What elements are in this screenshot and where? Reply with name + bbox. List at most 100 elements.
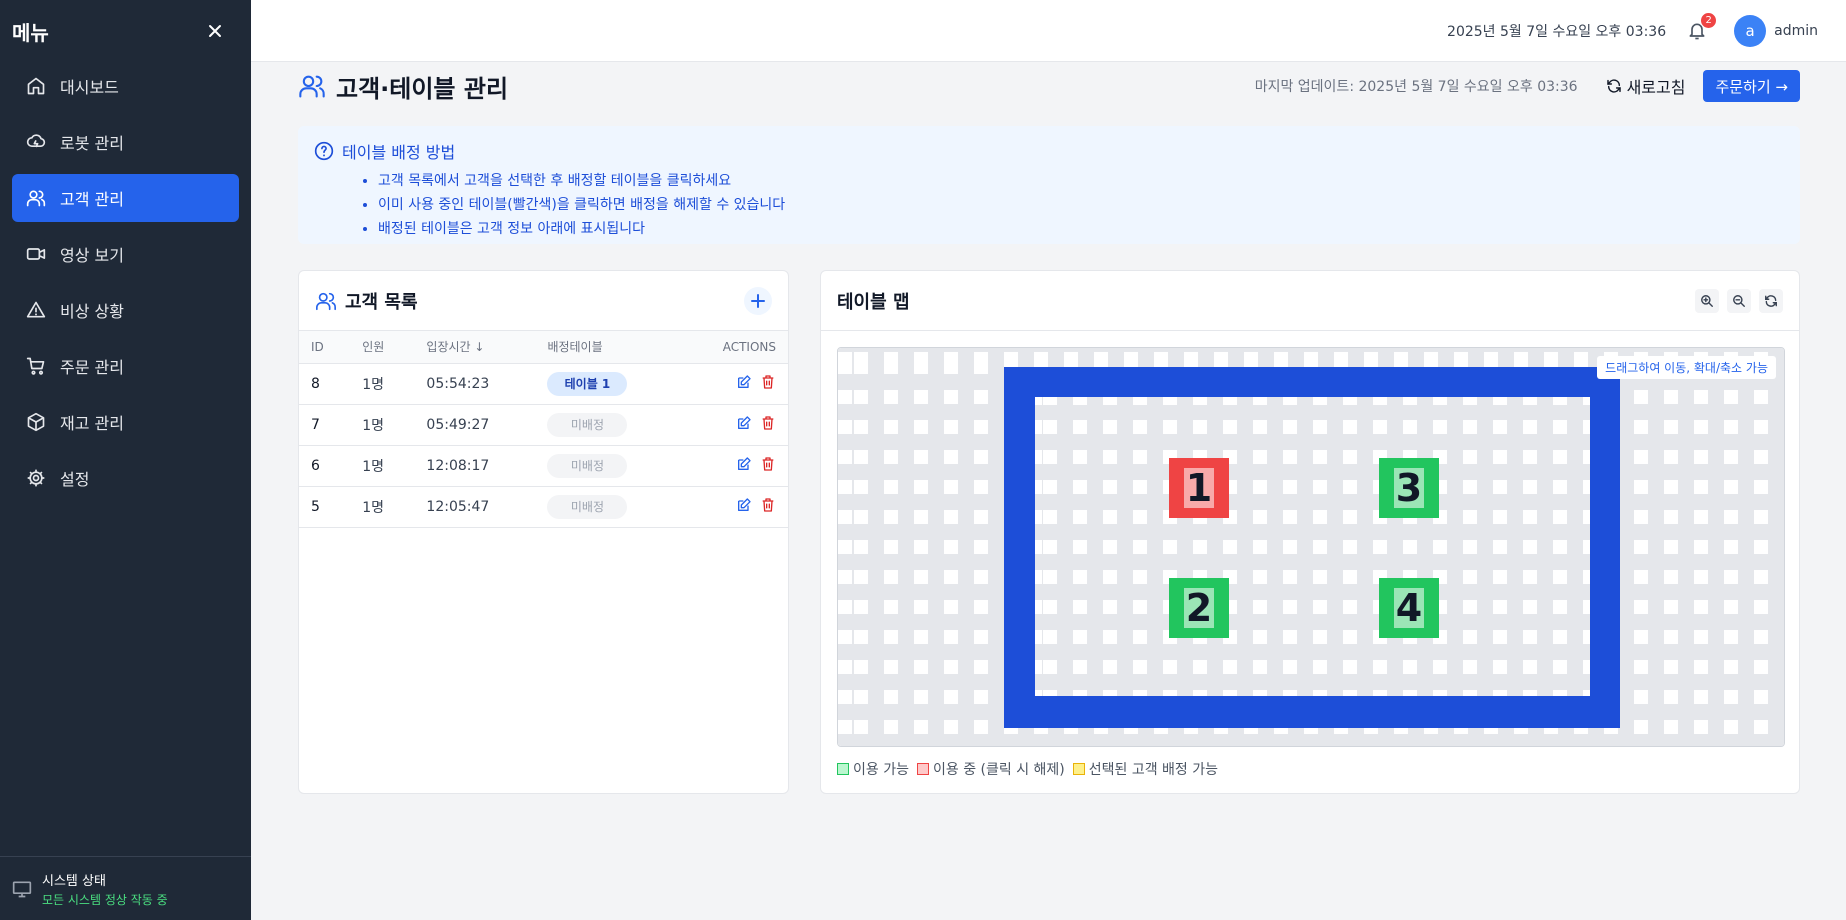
sidebar-title: 메뉴 — [12, 20, 49, 45]
table-map-panel: 테이블 맵 1 3 2 4 드래그하여 이동, 확대/축소 가능 이용 가능 이… — [820, 270, 1800, 794]
help-item: 이미 사용 중인 테이블(빨간색)을 클릭하면 배정을 해제할 수 있습니다 — [378, 193, 1784, 217]
customer-people: 1명 — [350, 445, 415, 487]
edit-icon[interactable] — [736, 497, 752, 513]
trash-icon[interactable] — [760, 415, 776, 431]
sidebar-item-robots[interactable]: 로봇 관리 — [12, 118, 239, 166]
customer-people: 1명 — [350, 404, 415, 446]
customer-time: 05:49:27 — [414, 404, 536, 446]
help-item: 고객 목록에서 고객을 선택한 후 배정할 테이블을 클릭하세요 — [378, 169, 1784, 193]
trash-icon[interactable] — [760, 456, 776, 472]
trash-icon[interactable] — [760, 374, 776, 390]
close-icon[interactable] — [203, 19, 227, 43]
avatar[interactable]: a — [1734, 14, 1767, 47]
customer-id: 6 — [299, 445, 351, 487]
edit-icon[interactable] — [736, 374, 752, 390]
cart-icon — [26, 357, 45, 375]
column-header-id: ID — [299, 331, 351, 364]
home-icon — [27, 77, 45, 95]
sidebar-header: 메뉴 — [0, 0, 251, 62]
reset-view-icon[interactable] — [1759, 288, 1783, 313]
customer-table: ID 인원 입장시간 ↓ 배정테이블 ACTIONS 8 1명 05:54:23… — [299, 331, 788, 528]
sidebar-item-label: 영상 보기 — [60, 246, 124, 265]
column-header-people: 인원 — [350, 331, 415, 364]
sidebar-item-label: 주문 관리 — [60, 358, 124, 377]
sidebar-item-customers[interactable]: 고객 관리 — [12, 174, 239, 222]
sidebar-item-settings[interactable]: 설정 — [12, 454, 239, 502]
username[interactable]: admin — [1774, 23, 1818, 39]
zoom-in-icon[interactable] — [1695, 288, 1719, 313]
legend-label: 선택된 고객 배정 가능 — [1088, 762, 1219, 778]
sidebar-item-orders[interactable]: 주문 관리 — [12, 342, 239, 390]
table-row[interactable]: 6 1명 12:08:17 미배정 — [299, 445, 788, 487]
table-4[interactable]: 4 — [1379, 578, 1439, 638]
table-badge: 테이블 1 — [547, 371, 628, 396]
assignment-help: 테이블 배정 방법 고객 목록에서 고객을 선택한 후 배정할 테이블을 클릭하… — [298, 126, 1800, 244]
table-1[interactable]: 1 — [1169, 458, 1229, 518]
map-hint: 드래그하여 이동, 확대/축소 가능 — [1597, 356, 1776, 379]
last-updated: 마지막 업데이트: 2025년 5월 7일 수요일 오후 03:36 — [1254, 79, 1578, 95]
legend-swatch-used — [916, 763, 929, 775]
table-2[interactable]: 2 — [1169, 578, 1229, 638]
plus-icon — [751, 293, 765, 308]
system-status-title: 시스템 상태 — [42, 873, 106, 889]
sidebar-item-label: 로봇 관리 — [60, 134, 124, 153]
table-3[interactable]: 3 — [1379, 458, 1439, 518]
monitor-icon — [12, 881, 32, 897]
trash-icon[interactable] — [760, 497, 776, 513]
refresh-label: 새로고침 — [1626, 78, 1686, 97]
notification-button[interactable]: 2 — [1684, 12, 1717, 44]
customer-id: 8 — [299, 363, 351, 405]
table-badge: 미배정 — [547, 494, 628, 519]
robot-icon — [26, 134, 46, 148]
sidebar-item-label: 재고 관리 — [60, 414, 124, 433]
edit-icon[interactable] — [736, 456, 752, 472]
order-button[interactable]: 주문하기 → — [1703, 70, 1800, 102]
zoom-out-icon[interactable] — [1727, 288, 1751, 313]
users-icon — [316, 292, 336, 310]
edit-icon[interactable] — [736, 415, 752, 431]
topbar: 2025년 5월 7일 수요일 오후 03:36 2 a admin — [251, 0, 1846, 62]
sidebar-item-emergency[interactable]: 비상 상황 — [12, 286, 239, 334]
customer-people: 1명 — [350, 486, 415, 528]
sidebar-item-label: 고객 관리 — [60, 190, 124, 209]
sidebar-item-label: 비상 상황 — [60, 302, 124, 321]
sidebar-item-label: 설정 — [60, 470, 90, 489]
table-row[interactable]: 7 1명 05:49:27 미배정 — [299, 404, 788, 446]
legend-swatch-available — [837, 763, 849, 775]
page-header: 고객·테이블 관리 마지막 업데이트: 2025년 5월 7일 수요일 오후 0… — [298, 66, 1800, 106]
sidebar-item-video[interactable]: 영상 보기 — [12, 230, 239, 278]
sidebar-item-dashboard[interactable]: 대시보드 — [12, 62, 239, 110]
sidebar-item-inventory[interactable]: 재고 관리 — [12, 398, 239, 446]
table-badge: 미배정 — [547, 412, 628, 437]
users-icon — [299, 75, 325, 98]
customer-time: 05:54:23 — [414, 363, 536, 405]
system-status-text: 모든 시스템 정상 작동 중 — [42, 892, 168, 907]
help-item: 배정된 테이블은 고객 정보 아래에 표시됩니다 — [378, 217, 1784, 241]
add-customer-button[interactable] — [744, 286, 772, 315]
video-icon — [26, 248, 46, 260]
help-icon — [314, 141, 334, 161]
customer-time: 12:05:47 — [414, 486, 536, 528]
table-row[interactable]: 5 1명 12:05:47 미배정 — [299, 486, 788, 528]
customer-list-title: 고객 목록 — [345, 291, 418, 313]
sidebar: 메뉴 대시보드 로봇 관리 고객 관리 영상 보기 비상 상황 주문 관리 재고… — [0, 0, 251, 920]
alert-icon — [26, 301, 46, 318]
column-header-entry-time[interactable]: 입장시간 ↓ — [414, 331, 536, 364]
table-row[interactable]: 8 1명 05:54:23 테이블 1 — [299, 363, 788, 405]
system-status: 시스템 상태 모든 시스템 정상 작동 중 — [0, 856, 251, 920]
legend-swatch-selectable — [1072, 763, 1085, 775]
gear-icon — [27, 469, 45, 487]
sidebar-nav: 대시보드 로봇 관리 고객 관리 영상 보기 비상 상황 주문 관리 재고 관리 — [0, 62, 251, 502]
help-list: 고객 목록에서 고객을 선택한 후 배정할 테이블을 클릭하세요 이미 사용 중… — [378, 169, 1784, 241]
table-map-title: 테이블 맵 — [837, 291, 910, 313]
customer-people: 1명 — [350, 363, 415, 405]
table-badge: 미배정 — [547, 453, 628, 478]
refresh-button[interactable]: 새로고침 — [1606, 74, 1686, 98]
customer-time: 12:08:17 — [414, 445, 536, 487]
refresh-icon — [1606, 79, 1621, 93]
help-title: 테이블 배정 방법 — [342, 143, 456, 162]
customer-list-panel: 고객 목록 ID 인원 입장시간 ↓ 배정테이블 ACTIONS 8 1명 05… — [298, 270, 789, 794]
map-legend: 이용 가능 이용 중 (클릭 시 해제) 선택된 고객 배정 가능 — [837, 759, 1226, 779]
sidebar-item-label: 대시보드 — [60, 78, 119, 97]
table-map-canvas[interactable]: 1 3 2 4 드래그하여 이동, 확대/축소 가능 — [837, 347, 1785, 747]
